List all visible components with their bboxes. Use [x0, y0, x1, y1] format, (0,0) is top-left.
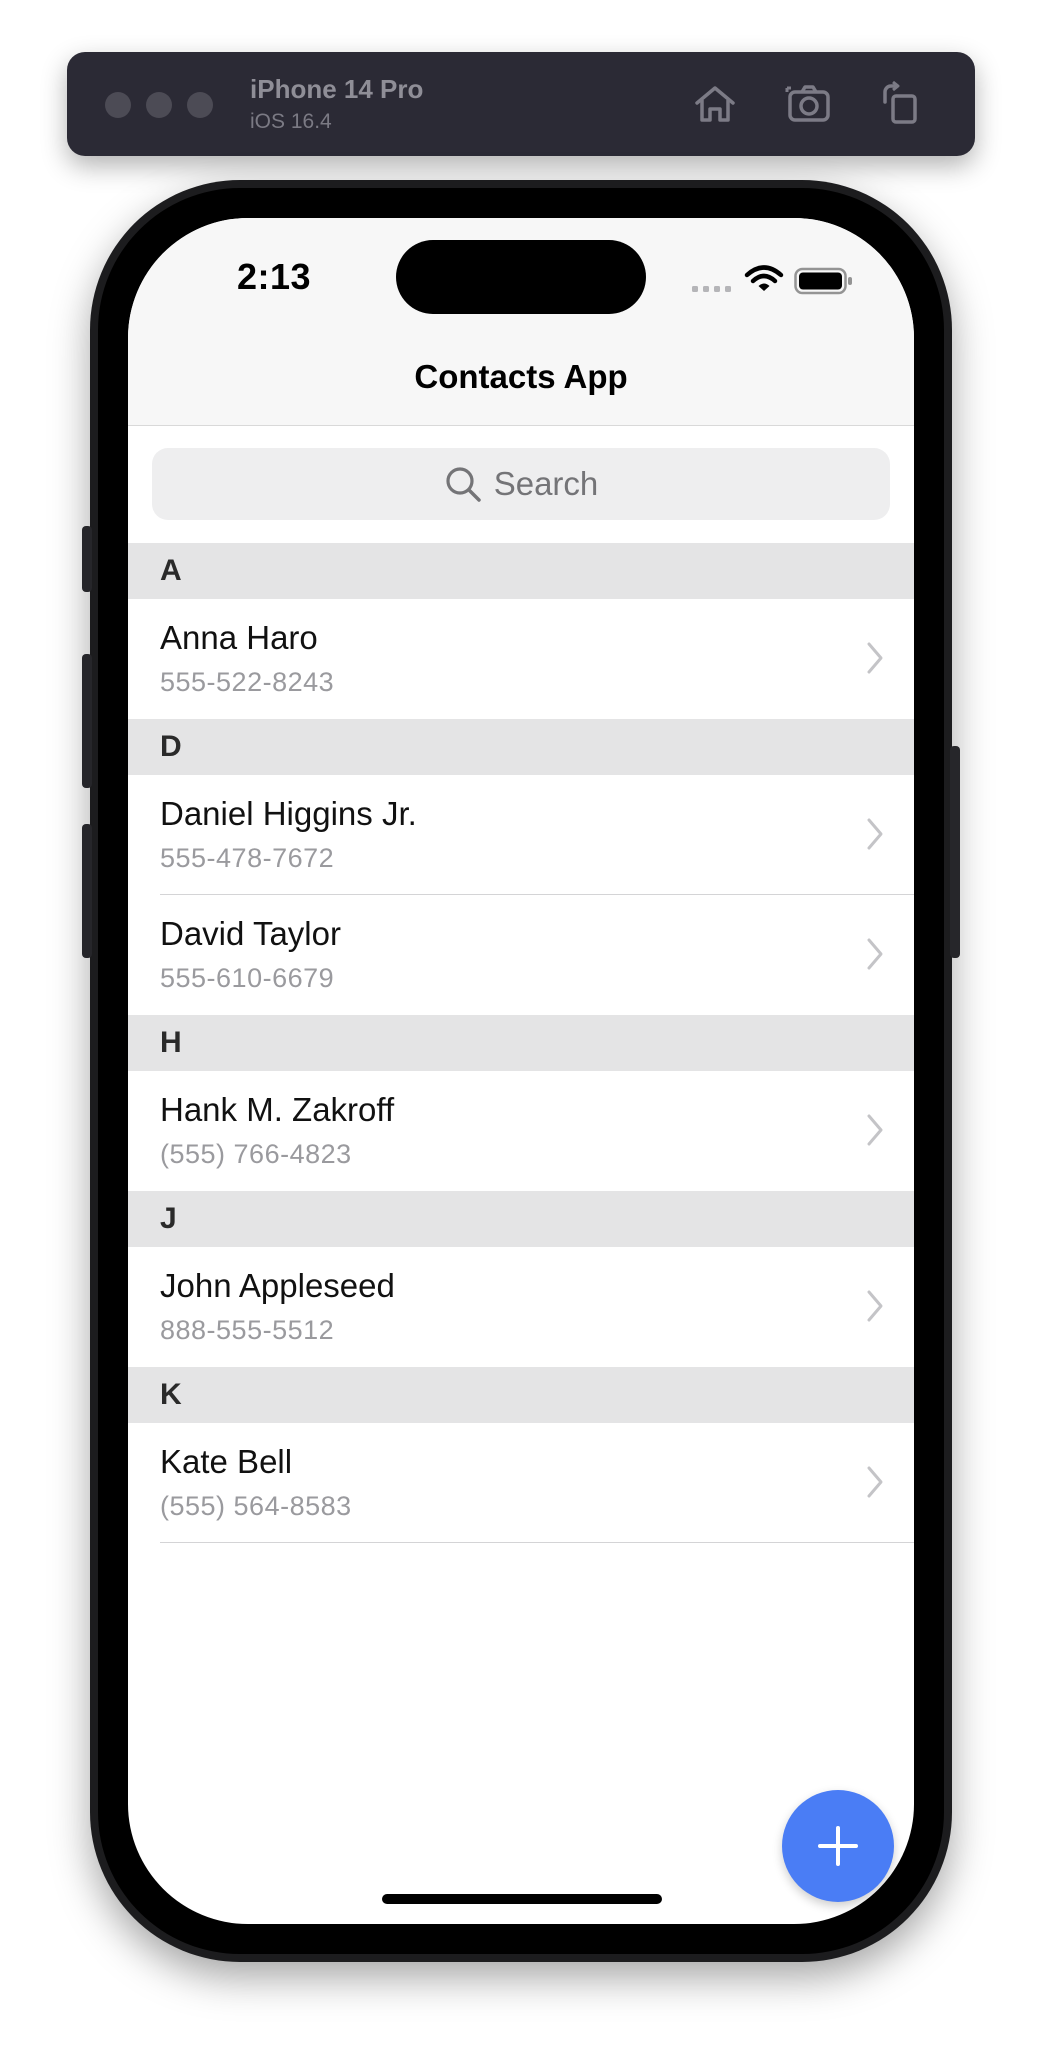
window-minimize-button[interactable] [146, 92, 172, 118]
home-indicator[interactable] [382, 1894, 662, 1904]
section-letter: J [160, 1202, 177, 1235]
search-icon [446, 467, 481, 502]
contact-phone: 555-610-6679 [160, 963, 335, 993]
simulator-window: iPhone 14 Pro iOS 16.4 2:13 Contacts App… [0, 0, 1042, 2048]
status-time: 2:13 [237, 256, 312, 297]
battery-icon [794, 267, 852, 295]
contact-row-anna-haro[interactable]: Anna Haro 555-522-8243 [128, 599, 914, 719]
contacts-list[interactable]: A Anna Haro 555-522-8243 D Daniel Higgin… [128, 543, 914, 1543]
device-name: iPhone 14 Pro [250, 74, 424, 104]
contact-row-david-taylor[interactable]: David Taylor 555-610-6679 [128, 895, 914, 1015]
section-header-k: K [128, 1367, 914, 1423]
contact-name: David Taylor [160, 915, 341, 952]
chevron-right-icon [867, 938, 883, 970]
window-close-button[interactable] [105, 92, 131, 118]
contact-name: Daniel Higgins Jr. [160, 795, 417, 832]
rotate-icon [883, 80, 917, 124]
status-bar: 2:13 [128, 218, 914, 328]
contact-name: Kate Bell [160, 1443, 293, 1480]
search-placeholder: Search [493, 465, 599, 502]
power-button [950, 746, 960, 958]
simulator-toolbar: iPhone 14 Pro iOS 16.4 [67, 52, 975, 156]
navigation-bar: Contacts App [128, 328, 914, 426]
contact-phone: (555) 766-4823 [160, 1139, 352, 1169]
section-letter: H [160, 1026, 182, 1059]
wifi-icon [744, 265, 784, 291]
contact-name: Hank M. Zakroff [160, 1091, 395, 1128]
contact-row-hank-zakroff[interactable]: Hank M. Zakroff (555) 766-4823 [128, 1071, 914, 1191]
chevron-right-icon [867, 1114, 883, 1146]
device-screen: 2:13 Contacts App Search A Anna Haro 555… [128, 218, 914, 1924]
section-header-d: D [128, 719, 914, 775]
status-icons [690, 262, 860, 298]
contact-phone: 555-522-8243 [160, 667, 335, 697]
os-version: iOS 16.4 [250, 110, 332, 133]
search-input[interactable]: Search [152, 448, 890, 520]
home-icon [695, 86, 735, 122]
screenshot-icon [785, 85, 830, 122]
screenshot-button[interactable] [783, 78, 835, 130]
window-zoom-button[interactable] [187, 92, 213, 118]
action-button [82, 526, 92, 592]
plus-icon [818, 1826, 858, 1866]
section-header-h: H [128, 1015, 914, 1071]
contact-name: Anna Haro [160, 619, 318, 656]
contact-name: John Appleseed [160, 1267, 395, 1304]
chevron-right-icon [867, 818, 883, 850]
contact-phone: (555) 564-8583 [160, 1491, 352, 1521]
section-header-a: A [128, 543, 914, 599]
chevron-right-icon [867, 1466, 883, 1498]
contact-row-kate-bell[interactable]: Kate Bell (555) 564-8583 [128, 1423, 914, 1543]
section-letter: K [160, 1378, 182, 1411]
rotate-button[interactable] [875, 78, 927, 130]
row-separator [160, 1542, 914, 1543]
volume-up-button [82, 654, 92, 788]
cellular-icon [692, 286, 731, 292]
add-contact-button[interactable] [782, 1790, 894, 1902]
section-letter: A [160, 554, 182, 587]
chevron-right-icon [867, 1290, 883, 1322]
home-button[interactable] [689, 78, 741, 130]
contact-row-john-appleseed[interactable]: John Appleseed 888-555-5512 [128, 1247, 914, 1367]
contact-row-daniel-higgins[interactable]: Daniel Higgins Jr. 555-478-7672 [128, 775, 914, 895]
section-header-j: J [128, 1191, 914, 1247]
section-letter: D [160, 730, 182, 763]
page-title: Contacts App [414, 358, 628, 395]
dynamic-island [396, 240, 646, 314]
contact-phone: 888-555-5512 [160, 1315, 335, 1345]
contact-phone: 555-478-7672 [160, 843, 335, 873]
volume-down-button [82, 824, 92, 958]
chevron-right-icon [867, 642, 883, 674]
